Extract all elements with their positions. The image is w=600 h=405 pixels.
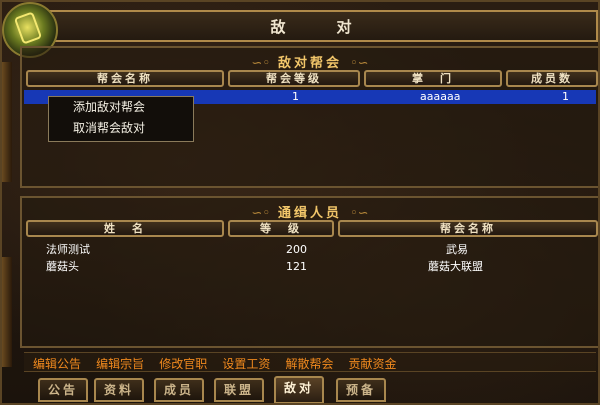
tab-members[interactable]: 成员	[154, 378, 204, 402]
enemy-guild-leader: aaaaaa	[420, 90, 461, 103]
window-title: 敌 对	[270, 17, 370, 36]
title-bar[interactable]: 敌 对	[42, 10, 598, 42]
wanted-guild: 武易	[446, 243, 468, 256]
wanted-row[interactable]: 法师测试 200 武易	[24, 243, 596, 257]
wanted-level: 121	[286, 260, 307, 273]
context-menu: 添加敌对帮会 取消帮会敌对	[48, 96, 194, 142]
wanted-level: 200	[286, 243, 307, 256]
wanted-guild: 蘑菇大联盟	[428, 260, 483, 273]
ornament-right-icon: ◦∽	[350, 56, 369, 71]
edit-purpose-link[interactable]: 编辑宗旨	[96, 355, 144, 373]
ornament-right-icon: ◦∽	[350, 206, 369, 221]
tab-enemy[interactable]: 敌对	[274, 376, 324, 403]
wanted-name: 蘑菇头	[46, 260, 79, 273]
add-enemy-guild-menu-item[interactable]: 添加敌对帮会	[49, 97, 193, 118]
wanted-name: 法师测试	[46, 243, 90, 256]
tab-reserve[interactable]: 预备	[336, 378, 386, 402]
col-header-wanted-name[interactable]: 姓 名	[26, 220, 224, 237]
contribute-funds-link[interactable]: 贡献资金	[349, 355, 397, 373]
enemy-guild-members: 1	[562, 90, 569, 103]
enemy-guild-section-title: ∽◦ 敌对帮会 ◦∽	[251, 56, 369, 71]
tab-announcement[interactable]: 公告	[38, 378, 88, 402]
cancel-enemy-guild-menu-item[interactable]: 取消帮会敌对	[49, 118, 193, 139]
ornament-left-icon: ∽◦	[251, 206, 270, 221]
col-header-leader[interactable]: 掌 门	[364, 70, 502, 87]
action-links-bar: 编辑公告 编辑宗旨 修改官职 设置工资 解散帮会 贡献资金	[24, 352, 596, 372]
col-header-wanted-guild[interactable]: 帮会名称	[338, 220, 598, 237]
guild-window: 敌 对 ∽◦ 敌对帮会 ◦∽ 帮会名称 帮会等级 掌 门 成员数 1 aaaaaa …	[0, 0, 600, 405]
disband-guild-link[interactable]: 解散帮会	[285, 355, 333, 373]
col-header-member-count[interactable]: 成员数	[506, 70, 598, 87]
edit-announcement-link[interactable]: 编辑公告	[33, 355, 81, 373]
col-header-wanted-level[interactable]: 等 级	[228, 220, 334, 237]
tab-alliance[interactable]: 联盟	[214, 378, 264, 402]
modify-titles-link[interactable]: 修改官职	[159, 355, 207, 373]
ornament-left-icon: ∽◦	[251, 56, 270, 71]
col-header-guild-name[interactable]: 帮会名称	[26, 70, 224, 87]
enemy-guild-level: 1	[292, 90, 299, 103]
tab-info[interactable]: 资料	[94, 378, 144, 402]
frame-edge	[2, 257, 12, 367]
set-salary-link[interactable]: 设置工资	[222, 355, 270, 373]
frame-edge	[2, 62, 12, 182]
wanted-row[interactable]: 蘑菇头 121 蘑菇大联盟	[24, 260, 596, 274]
col-header-guild-level[interactable]: 帮会等级	[228, 70, 360, 87]
wanted-section-title: ∽◦ 通缉人员 ◦∽	[251, 206, 369, 221]
